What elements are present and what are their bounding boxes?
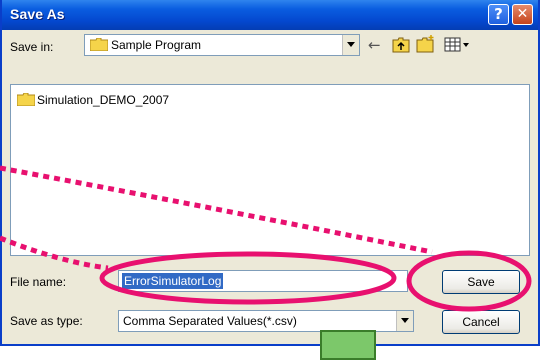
file-list[interactable]: Simulation_DEMO_2007 [10, 84, 530, 256]
cancel-button[interactable]: Cancel [442, 310, 520, 334]
new-folder-icon[interactable] [416, 35, 436, 53]
folder-icon [17, 93, 35, 106]
save-in-label: Save in: [10, 40, 54, 54]
chevron-down-icon[interactable] [396, 311, 413, 331]
save-button[interactable]: Save [442, 270, 520, 294]
bottom-arrow-annotation [320, 330, 376, 360]
save-in-value: Sample Program [111, 38, 202, 52]
save-in-dropdown[interactable]: Sample Program [84, 34, 360, 56]
save-as-dialog: Save As ? ✕ Save in: Sample Program ← Si… [0, 0, 540, 346]
window-title: Save As [10, 6, 65, 22]
up-folder-icon[interactable] [392, 37, 410, 53]
save-as-type-dropdown[interactable]: Comma Separated Values(*.csv) [118, 310, 414, 332]
view-menu-icon[interactable] [444, 37, 470, 53]
back-arrow-icon[interactable]: ← [368, 36, 381, 54]
save-as-type-label: Save as type: [10, 314, 83, 328]
help-button[interactable]: ? [488, 4, 509, 25]
file-name-value: ErrorSimulatorLog [122, 273, 224, 289]
file-name-field[interactable]: ErrorSimulatorLog [118, 270, 408, 292]
title-bar: Save As ? ✕ [2, 0, 538, 30]
chevron-down-icon[interactable] [342, 35, 359, 55]
folder-icon [90, 38, 108, 51]
list-item-label: Simulation_DEMO_2007 [37, 93, 170, 107]
close-button[interactable]: ✕ [512, 4, 533, 25]
file-name-label: File name: [10, 275, 67, 289]
save-as-type-value: Comma Separated Values(*.csv) [123, 314, 297, 328]
